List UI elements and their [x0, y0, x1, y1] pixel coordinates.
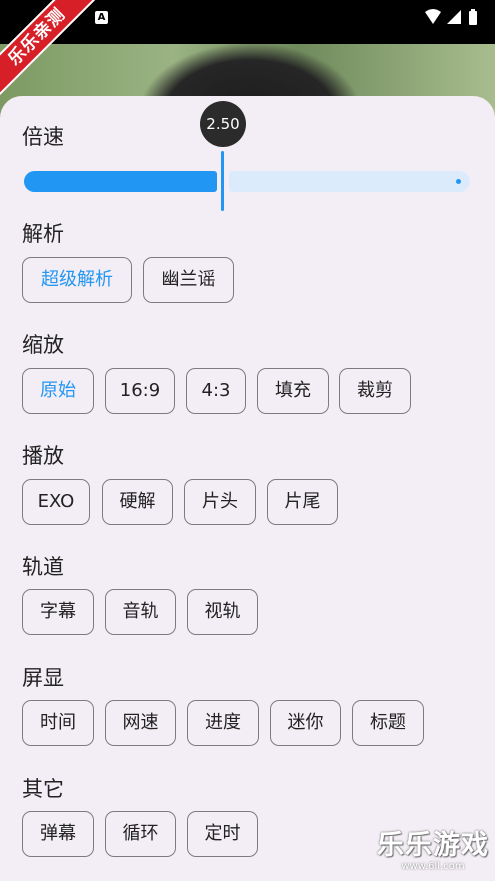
wifi-icon: [425, 9, 441, 24]
player-option-exo[interactable]: EXO: [22, 479, 90, 525]
watermark-title: 乐乐游戏: [377, 830, 489, 861]
parse-option-super[interactable]: 超级解析: [22, 257, 132, 303]
zoom-option-fill[interactable]: 填充: [257, 368, 329, 414]
zoom-option-16-9[interactable]: 16:9: [105, 368, 175, 414]
speed-value-bubble: 2.50: [200, 101, 246, 147]
zoom-option-crop[interactable]: 裁剪: [339, 368, 411, 414]
track-option-subtitle[interactable]: 字幕: [22, 589, 94, 635]
parse-title: 解析: [22, 222, 64, 246]
track-option-audio[interactable]: 音轨: [105, 589, 176, 635]
speed-slider-end-dot: [456, 179, 461, 184]
speed-slider-filled[interactable]: [24, 171, 217, 192]
battery-icon: [469, 11, 477, 25]
zoom-title: 缩放: [22, 333, 64, 357]
speed-title: 倍速: [22, 125, 64, 149]
track-option-video[interactable]: 视轨: [187, 589, 258, 635]
speed-slider-track[interactable]: [229, 171, 470, 192]
player-option-outro[interactable]: 片尾: [267, 479, 338, 525]
display-option-netspeed[interactable]: 网速: [105, 700, 176, 746]
zoom-option-4-3[interactable]: 4:3: [186, 368, 246, 414]
site-watermark: 乐乐游戏 www.6ll.com: [373, 831, 493, 877]
other-option-loop[interactable]: 循环: [105, 811, 176, 857]
zoom-option-original[interactable]: 原始: [22, 368, 94, 414]
status-icons: [425, 9, 477, 25]
watermark-url: www.6ll.com: [401, 861, 465, 872]
accessibility-badge-icon: A: [95, 11, 108, 24]
track-title: 轨道: [22, 555, 64, 579]
other-option-timer[interactable]: 定时: [187, 811, 258, 857]
speed-slider-thumb[interactable]: [221, 151, 224, 211]
player-title: 播放: [22, 444, 64, 468]
display-title: 屏显: [22, 666, 64, 690]
other-title: 其它: [22, 777, 64, 801]
display-option-title[interactable]: 标题: [352, 700, 424, 746]
display-option-time[interactable]: 时间: [22, 700, 94, 746]
display-option-mini[interactable]: 迷你: [270, 700, 341, 746]
player-option-hardware[interactable]: 硬解: [102, 479, 173, 525]
parse-option-youlanyao[interactable]: 幽兰谣: [143, 257, 234, 303]
other-option-danmaku[interactable]: 弹幕: [22, 811, 94, 857]
player-option-intro[interactable]: 片头: [184, 479, 256, 525]
signal-icon: [447, 10, 461, 24]
display-option-progress[interactable]: 进度: [187, 700, 259, 746]
